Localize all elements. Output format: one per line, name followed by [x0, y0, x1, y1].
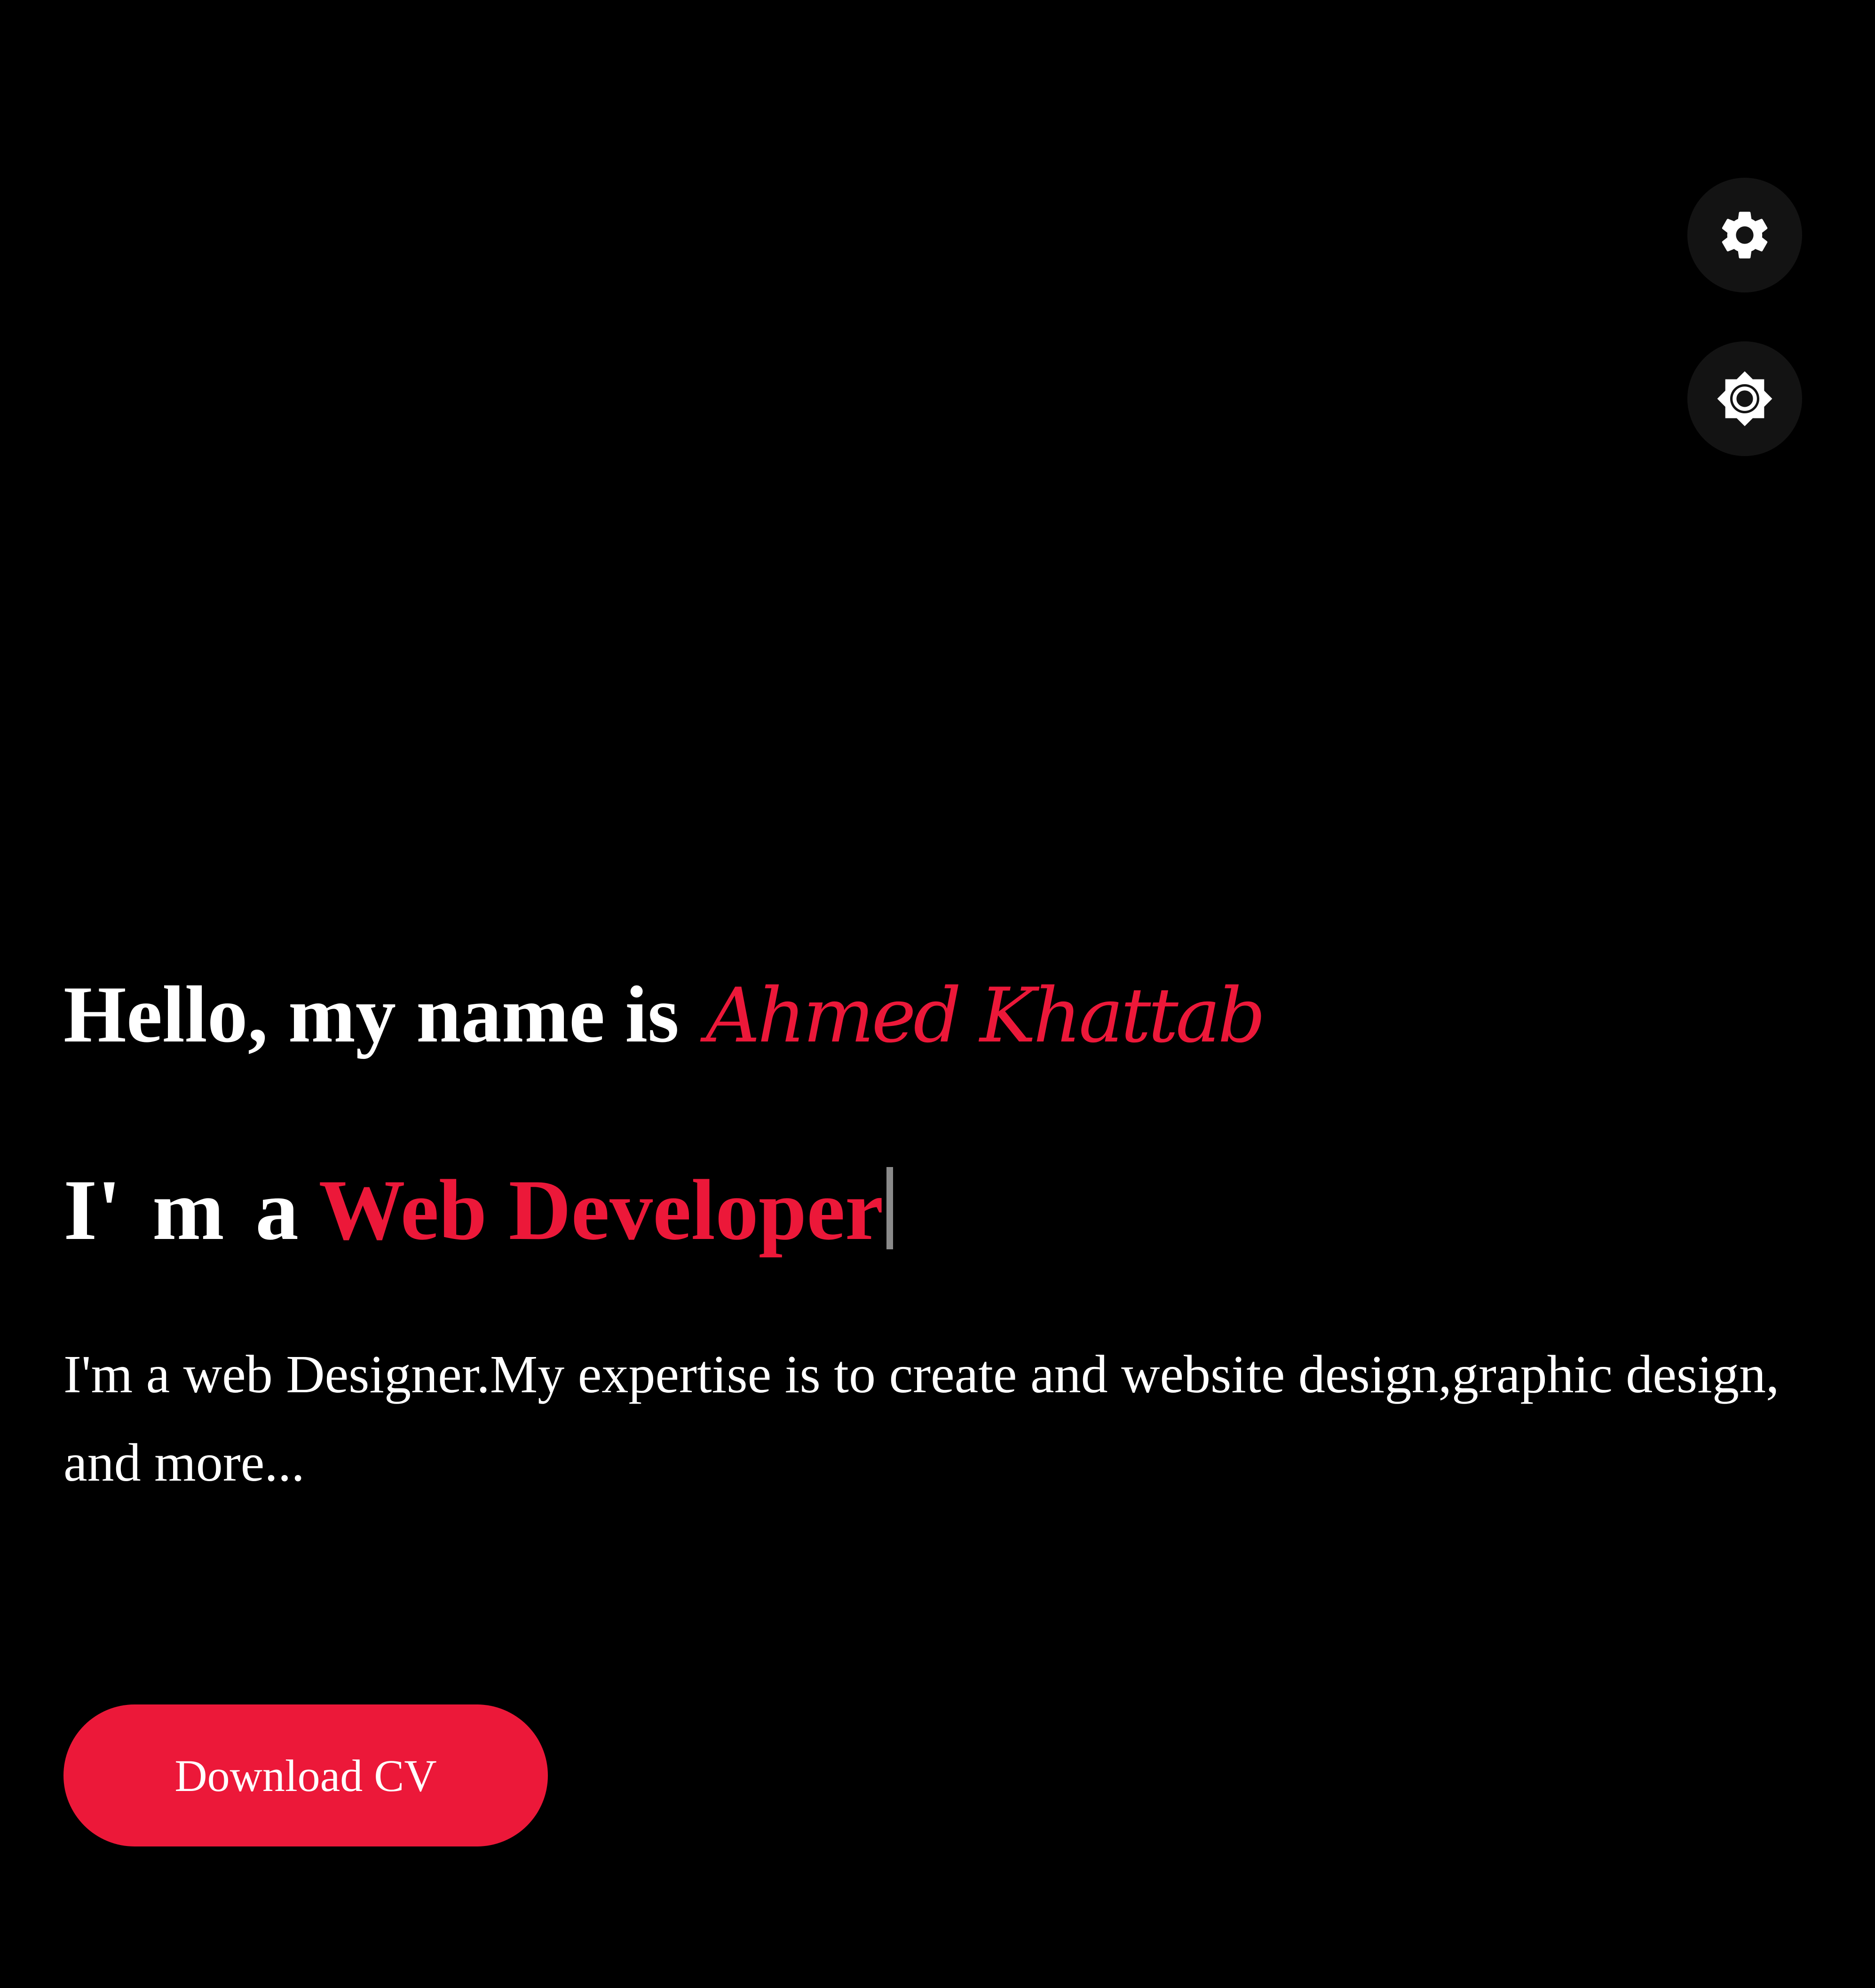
description-text: I'm a web Designer.My expertise is to cr… [63, 1344, 1780, 1493]
settings-button[interactable] [1687, 178, 1802, 292]
typing-cursor [886, 1167, 893, 1249]
greeting-heading: Hello, my name is Ahmed Khattab [63, 969, 1813, 1062]
greeting-text: Hello, my name is [63, 970, 679, 1059]
role-prefix-text: I' m a [63, 1161, 299, 1258]
role-text: Web Developer [318, 1161, 884, 1258]
sun-icon [1717, 371, 1772, 426]
hero-section: Hello, my name is Ahmed Khattab I' m a W… [63, 969, 1813, 1507]
role-heading: I' m a Web Developer [63, 1160, 1813, 1260]
name-text: Ahmed Khattab [705, 971, 1266, 1059]
gear-icon [1722, 212, 1768, 259]
download-cv-button[interactable]: Download CV [63, 1704, 548, 1846]
theme-toggle-button[interactable] [1687, 341, 1802, 456]
